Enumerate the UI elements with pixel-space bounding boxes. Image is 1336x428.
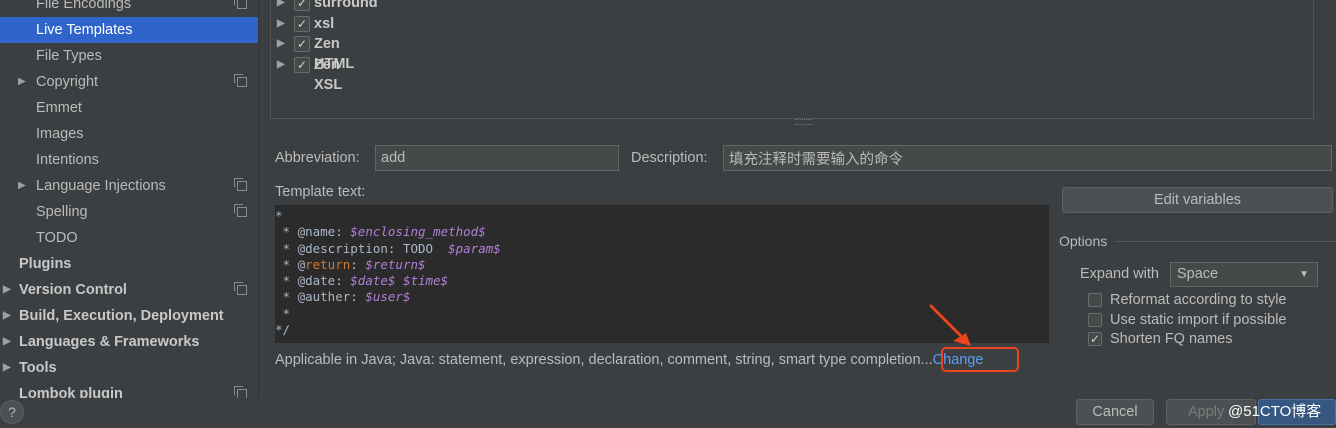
sidebar-item-label: Intentions (36, 152, 99, 168)
sidebar-item-label: Tools (19, 360, 57, 376)
template-group-label: Zen XSL (314, 56, 343, 93)
option-checkbox-label: Use static import if possible (1110, 312, 1287, 328)
expand-arrow-icon[interactable]: ▶ (18, 69, 26, 95)
sidebar-item[interactable]: File Encodings (0, 0, 258, 17)
group-checkbox[interactable]: ✓ (294, 56, 310, 73)
template-text-label: Template text: (275, 184, 366, 200)
tree-scrollbar[interactable] (1313, 0, 1336, 118)
sidebar-item-label: File Encodings (36, 0, 132, 12)
expand-with-value: Space (1177, 266, 1219, 282)
sidebar-item[interactable]: File Types (0, 43, 258, 69)
panel-splitter[interactable] (795, 119, 813, 125)
description-label: Description: (631, 150, 708, 166)
sidebar-item-label: File Types (36, 48, 102, 64)
annotation-arrow-icon (929, 304, 971, 346)
sidebar-item[interactable]: ▶ Tools (0, 355, 258, 381)
description-input[interactable] (723, 145, 1332, 171)
template-group-label: surround (314, 0, 378, 11)
expand-arrow-icon[interactable]: ▶ (3, 355, 11, 381)
option-checkbox-label: Shorten FQ names (1110, 331, 1233, 347)
expand-arrow-icon[interactable]: ▶ (277, 55, 285, 75)
expand-arrow-icon[interactable]: ▶ (3, 303, 11, 329)
project-scope-icon (234, 204, 247, 217)
edit-variables-button[interactable]: Edit variables (1062, 187, 1333, 213)
sidebar-item-label: TODO (36, 230, 78, 246)
project-scope-icon (234, 0, 247, 9)
sidebar-item-label: Languages & Frameworks (19, 334, 200, 350)
expand-arrow-icon[interactable]: ▶ (3, 329, 11, 355)
sidebar-item-label: Language Injections (36, 178, 166, 194)
watermark-text: @51CTO博客 (1228, 403, 1322, 420)
project-scope-icon (234, 282, 247, 295)
option-checkbox[interactable]: ✓ (1088, 332, 1102, 346)
project-scope-icon (234, 178, 247, 191)
sidebar-item[interactable]: Live Templates (0, 17, 258, 43)
group-checkbox[interactable]: ✓ (294, 0, 310, 11)
sidebar-item[interactable]: ▶ Languages & Frameworks (0, 329, 258, 355)
expand-arrow-icon[interactable]: ▶ (277, 34, 285, 54)
sidebar-item-label: Plugins (19, 256, 72, 272)
sidebar-item[interactable]: Lombok plugin (0, 381, 258, 398)
expand-arrow-icon[interactable]: ▶ (18, 173, 26, 199)
sidebar-item-label: Live Templates (36, 22, 133, 38)
applicable-text: Applicable in Java; Java: statement, exp… (275, 352, 933, 368)
expand-arrow-icon[interactable]: ▶ (277, 14, 285, 34)
cancel-button[interactable]: Cancel (1076, 399, 1154, 425)
sidebar-item[interactable]: Spelling (0, 199, 258, 225)
sidebar-item-label: Emmet (36, 100, 82, 116)
sidebar-item-label: Build, Execution, Deployment (19, 308, 224, 324)
sidebar-item-label: Copyright (36, 74, 99, 90)
option-checkbox[interactable] (1088, 313, 1102, 327)
sidebar-item[interactable]: ▶ Build, Execution, Deployment (0, 303, 258, 329)
sidebar-item-label: Images (36, 126, 84, 142)
sidebar-item[interactable]: ▶ Language Injections (0, 173, 258, 199)
sidebar-item[interactable]: TODO (0, 225, 258, 251)
expand-with-label: Expand with (1080, 266, 1159, 282)
sidebar-item[interactable]: ▶ Copyright (0, 69, 258, 95)
sidebar-item[interactable]: Plugins (0, 251, 258, 277)
options-separator (1114, 241, 1336, 242)
help-button[interactable]: ? (0, 400, 24, 424)
option-checkbox-label: Reformat according to style (1110, 292, 1287, 308)
project-scope-icon (234, 386, 247, 398)
abbreviation-label: Abbreviation: (275, 150, 360, 166)
sidebar-item[interactable]: Images (0, 121, 258, 147)
sidebar-divider[interactable] (258, 0, 259, 398)
template-group-label: xsl (314, 15, 335, 32)
live-template-tree: ▶ ✓ surround ▶ ✓ xsl ▶ ✓ Zen HTML ▶ ✓ Zen XSL (270, 0, 1315, 119)
chevron-down-icon: ▼ (1299, 269, 1309, 280)
settings-sidebar: File Encodings Live Templates File Types ▶ C… (0, 0, 258, 398)
group-checkbox[interactable]: ✓ (294, 15, 310, 32)
applicable-contexts: Applicable in Java; Java: statement, exp… (275, 352, 983, 368)
expand-with-select[interactable]: Space ▼ (1170, 262, 1318, 287)
sidebar-item-label: Version Control (19, 282, 127, 298)
abbreviation-input[interactable] (375, 145, 619, 171)
sidebar-item-label: Lombok plugin (19, 386, 123, 398)
expand-arrow-icon[interactable]: ▶ (277, 0, 285, 13)
sidebar-item-label: Spelling (36, 204, 88, 220)
sidebar-item[interactable]: ▶ Version Control (0, 277, 258, 303)
option-checkbox[interactable] (1088, 293, 1102, 307)
sidebar-item[interactable]: Emmet (0, 95, 258, 121)
group-checkbox[interactable]: ✓ (294, 36, 310, 52)
expand-arrow-icon[interactable]: ▶ (3, 277, 11, 303)
options-title: Options (1059, 233, 1108, 249)
sidebar-item[interactable]: Intentions (0, 147, 258, 173)
project-scope-icon (234, 74, 247, 87)
